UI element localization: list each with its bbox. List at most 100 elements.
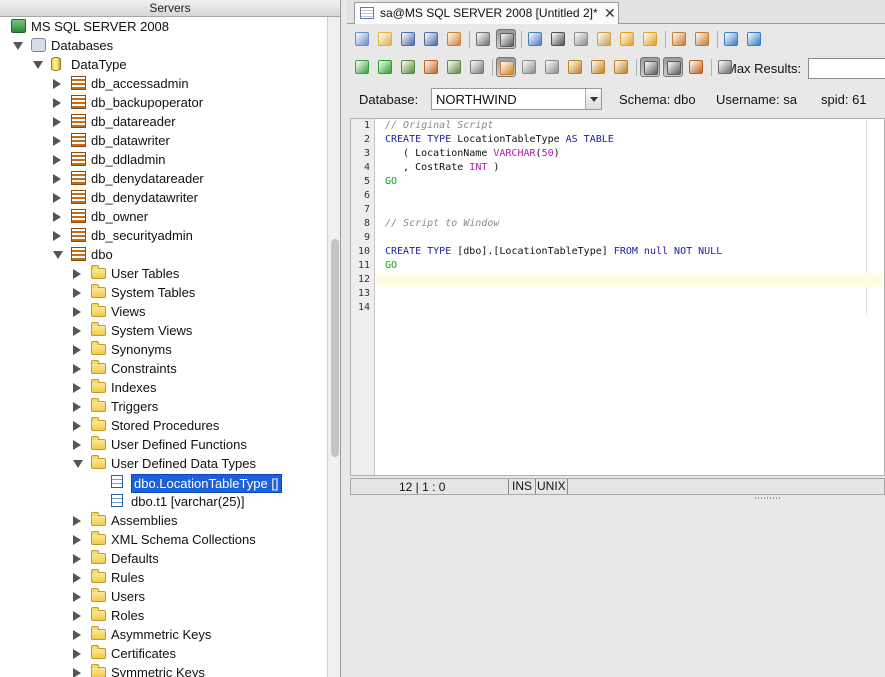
code-line[interactable]: // Original Script bbox=[385, 119, 493, 133]
code-line[interactable]: // Script to Window bbox=[385, 217, 499, 231]
toggle-panel-icon[interactable] bbox=[496, 29, 516, 49]
tree-item[interactable]: Stored Procedures bbox=[0, 416, 327, 435]
expand-closed-icon[interactable] bbox=[53, 79, 61, 89]
execute-export-icon[interactable] bbox=[444, 57, 464, 77]
tree-item[interactable]: db_accessadmin bbox=[0, 74, 327, 93]
tree-item[interactable]: dbo.LocationTableType [] bbox=[0, 473, 327, 493]
open-file-icon[interactable] bbox=[375, 29, 395, 49]
splitter-grip-icon[interactable] bbox=[755, 497, 781, 499]
tree-item[interactable]: User Defined Functions bbox=[0, 435, 327, 454]
code-line[interactable]: GO bbox=[385, 175, 397, 189]
code-line[interactable]: , CostRate INT ) bbox=[385, 161, 499, 175]
code-line[interactable]: GO bbox=[385, 259, 397, 273]
tree-item[interactable]: db_datawriter bbox=[0, 131, 327, 150]
history-icon[interactable] bbox=[611, 57, 631, 77]
undo-icon[interactable] bbox=[617, 29, 637, 49]
expand-closed-icon[interactable] bbox=[53, 98, 61, 108]
find-icon[interactable] bbox=[669, 29, 689, 49]
tree-item[interactable]: System Views bbox=[0, 321, 327, 340]
expand-closed-icon[interactable] bbox=[73, 402, 81, 412]
tree-item[interactable]: db_denydatawriter bbox=[0, 188, 327, 207]
sql-code-editor[interactable]: 1 2 3 4 5 6 7 8 9 10 11 12 13 14 // Original Script CR… bbox=[350, 118, 885, 476]
tree-item[interactable]: Users bbox=[0, 587, 327, 606]
expand-closed-icon[interactable] bbox=[53, 136, 61, 146]
text-results-icon[interactable] bbox=[663, 57, 683, 77]
previous-icon[interactable] bbox=[519, 57, 539, 77]
expand-open-icon[interactable] bbox=[73, 460, 83, 468]
tree-item[interactable]: db_owner bbox=[0, 207, 327, 226]
paste-icon[interactable] bbox=[594, 29, 614, 49]
tree-item[interactable]: Constraints bbox=[0, 359, 327, 378]
expand-closed-icon[interactable] bbox=[53, 212, 61, 222]
expand-closed-icon[interactable] bbox=[53, 231, 61, 241]
tree-item[interactable]: db_denydatareader bbox=[0, 169, 327, 188]
save-as-icon[interactable] bbox=[421, 29, 441, 49]
expand-closed-icon[interactable] bbox=[73, 269, 81, 279]
execute-step-icon[interactable] bbox=[352, 57, 372, 77]
tree-item[interactable]: Defaults bbox=[0, 549, 327, 568]
expand-closed-icon[interactable] bbox=[53, 117, 61, 127]
expand-closed-icon[interactable] bbox=[73, 345, 81, 355]
tree-item[interactable]: Views bbox=[0, 302, 327, 321]
expand-closed-icon[interactable] bbox=[73, 421, 81, 431]
code-line[interactable]: ( LocationName VARCHAR(50) bbox=[385, 147, 560, 161]
tree-item[interactable]: Roles bbox=[0, 606, 327, 625]
export-icon[interactable] bbox=[421, 57, 441, 77]
tree-item[interactable]: db_securityadmin bbox=[0, 226, 327, 245]
tree-item[interactable]: dbo bbox=[0, 245, 327, 264]
expand-closed-icon[interactable] bbox=[73, 383, 81, 393]
new-script-icon[interactable] bbox=[352, 29, 372, 49]
expand-closed-icon[interactable] bbox=[73, 516, 81, 526]
tree-item[interactable]: MS SQL SERVER 2008 bbox=[0, 17, 327, 36]
redo-icon[interactable] bbox=[640, 29, 660, 49]
database-select[interactable]: NORTHWIND bbox=[431, 88, 602, 110]
insert-mode-indicator[interactable]: INS bbox=[508, 479, 532, 494]
expand-closed-icon[interactable] bbox=[73, 440, 81, 450]
expand-closed-icon[interactable] bbox=[53, 174, 61, 184]
save-icon[interactable] bbox=[398, 29, 418, 49]
replace-icon[interactable] bbox=[692, 29, 712, 49]
expand-closed-icon[interactable] bbox=[73, 554, 81, 564]
run-explain-icon[interactable] bbox=[398, 57, 418, 77]
expand-closed-icon[interactable] bbox=[73, 630, 81, 640]
grid-results-icon[interactable] bbox=[640, 57, 660, 77]
expand-closed-icon[interactable] bbox=[73, 535, 81, 545]
run-icon[interactable] bbox=[375, 57, 395, 77]
tree-item[interactable]: Certificates bbox=[0, 644, 327, 663]
expand-open-icon[interactable] bbox=[13, 42, 23, 50]
next-icon[interactable] bbox=[542, 57, 562, 77]
tree-item[interactable]: User Tables bbox=[0, 264, 327, 283]
expand-open-icon[interactable] bbox=[33, 61, 43, 69]
expand-closed-icon[interactable] bbox=[53, 155, 61, 165]
unformat-sql-icon[interactable] bbox=[744, 29, 764, 49]
close-tab-icon[interactable]: ✕ bbox=[604, 3, 616, 23]
rollback-icon[interactable] bbox=[588, 57, 608, 77]
expand-closed-icon[interactable] bbox=[53, 193, 61, 203]
tree-item[interactable]: DataType bbox=[0, 55, 327, 74]
format-sql-icon[interactable] bbox=[721, 29, 741, 49]
tree-scrollbar[interactable] bbox=[327, 17, 340, 677]
tree-item[interactable]: Triggers bbox=[0, 397, 327, 416]
expand-closed-icon[interactable] bbox=[73, 288, 81, 298]
expand-closed-icon[interactable] bbox=[73, 649, 81, 659]
expand-closed-icon[interactable] bbox=[73, 668, 81, 677]
expand-closed-icon[interactable] bbox=[73, 326, 81, 336]
expand-closed-icon[interactable] bbox=[73, 364, 81, 374]
tree-item[interactable]: Rules bbox=[0, 568, 327, 587]
expand-closed-icon[interactable] bbox=[73, 573, 81, 583]
tree-item[interactable]: User Defined Data Types bbox=[0, 454, 327, 473]
expand-closed-icon[interactable] bbox=[73, 592, 81, 602]
chevron-down-icon[interactable] bbox=[585, 89, 601, 109]
line-ending-indicator[interactable]: UNIX bbox=[535, 479, 568, 494]
code-line[interactable] bbox=[376, 273, 884, 287]
expand-closed-icon[interactable] bbox=[73, 307, 81, 317]
tree-item[interactable]: Indexes bbox=[0, 378, 327, 397]
tree-item[interactable]: Asymmetric Keys bbox=[0, 625, 327, 644]
expand-open-icon[interactable] bbox=[53, 251, 63, 259]
auto-commit-icon[interactable] bbox=[496, 57, 516, 77]
tree-item[interactable]: Databases bbox=[0, 36, 327, 55]
tree-item[interactable]: db_ddladmin bbox=[0, 150, 327, 169]
expand-closed-icon[interactable] bbox=[73, 611, 81, 621]
select-icon[interactable] bbox=[525, 29, 545, 49]
cut-icon[interactable] bbox=[548, 29, 568, 49]
